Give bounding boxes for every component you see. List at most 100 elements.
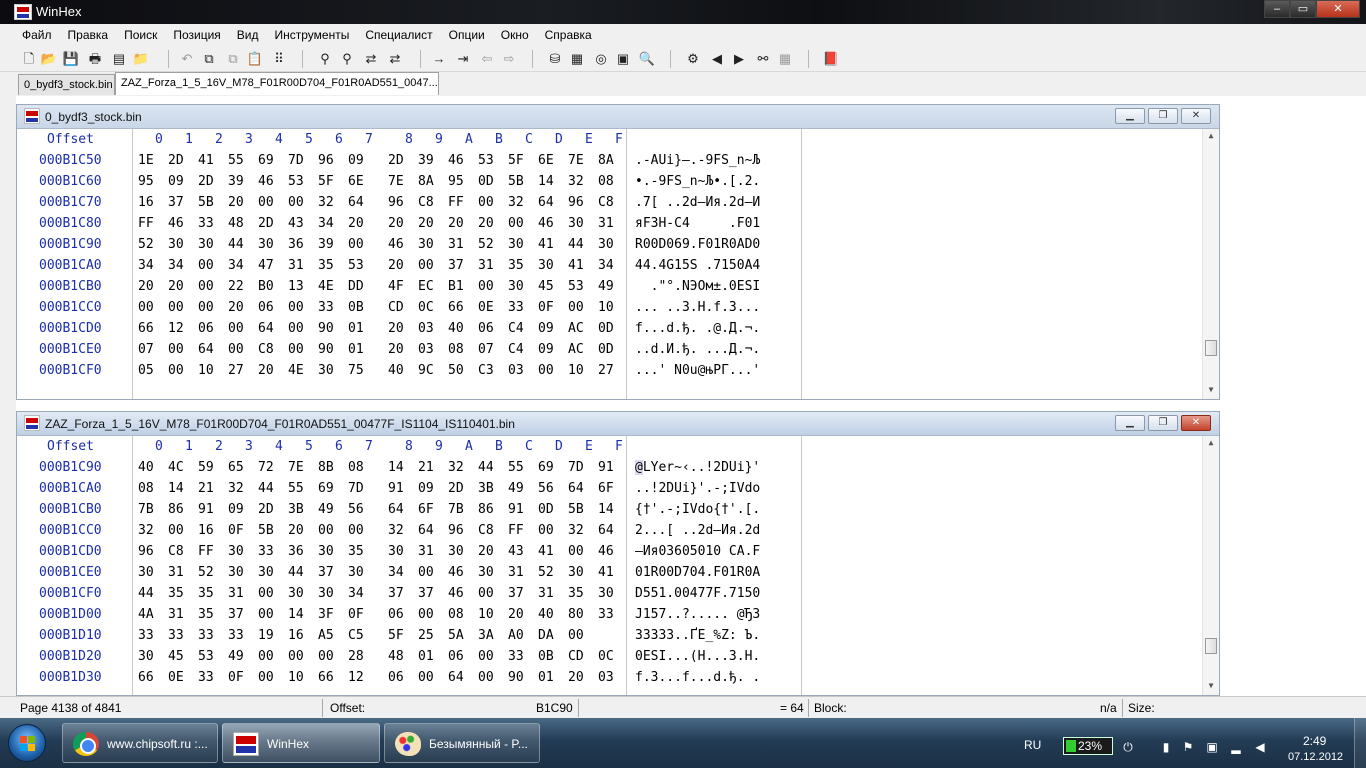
- open-folder-icon[interactable]: 📁: [132, 50, 150, 68]
- hex-byte[interactable]: 44: [258, 481, 274, 496]
- hex-byte[interactable]: 32: [228, 481, 244, 496]
- hex-byte[interactable]: 21: [198, 481, 214, 496]
- hex-byte[interactable]: 10: [198, 363, 214, 378]
- hex-byte[interactable]: 30: [508, 237, 524, 252]
- menu-view[interactable]: Вид: [229, 24, 267, 46]
- hex-byte[interactable]: 32: [568, 523, 584, 538]
- menu-help[interactable]: Справка: [537, 24, 600, 46]
- hex-byte[interactable]: 8A: [598, 153, 614, 168]
- cut-icon[interactable]: ⧉: [200, 50, 218, 68]
- hex-byte[interactable]: A5: [318, 628, 334, 643]
- hex-byte[interactable]: 64: [448, 670, 464, 685]
- hex-byte[interactable]: 00: [258, 586, 274, 601]
- hex-byte[interactable]: 37: [388, 586, 404, 601]
- hex-byte[interactable]: 7E: [388, 174, 404, 189]
- menu-window[interactable]: Окно: [493, 24, 537, 46]
- hex-byte[interactable]: 31: [448, 237, 464, 252]
- hex-byte[interactable]: 00: [318, 523, 334, 538]
- hex-byte[interactable]: C4: [508, 321, 524, 336]
- child-title-bar[interactable]: ZAZ_Forza_1_5_16V_M78_F01R00D704_F01R0AD…: [17, 412, 1219, 436]
- hex-row[interactable]: 000B1CB0 7B 86 91 09 2D 3B 49 56 64 6F 7B 86 91 0D 5B 14…: [17, 499, 1197, 520]
- binoculars-icon[interactable]: ⚯: [754, 50, 772, 68]
- hex-byte[interactable]: 27: [598, 363, 614, 378]
- hex-byte[interactable]: 91: [598, 460, 614, 475]
- hex-byte[interactable]: 9C: [418, 363, 434, 378]
- hex-byte[interactable]: AC: [568, 342, 584, 357]
- hex-row[interactable]: 000B1CD0 66 12 06 00 64 00 90 01 20 03 40 06 C4 09 AC 0D…: [17, 318, 1197, 339]
- scroll-down-arrow-icon[interactable]: ▼: [1203, 681, 1219, 695]
- hex-byte[interactable]: 08: [348, 460, 364, 475]
- hex-byte[interactable]: 33: [508, 300, 524, 315]
- hex-byte[interactable]: 52: [478, 237, 494, 252]
- menu-file[interactable]: Файл: [14, 24, 60, 46]
- child-restore-button[interactable]: ❐: [1148, 415, 1178, 431]
- ascii-text[interactable]: яF3H-C4 .F01: [635, 216, 760, 231]
- hex-byte[interactable]: 32: [568, 174, 584, 189]
- ascii-text[interactable]: .7[ ..2d–Ия.2d–И: [635, 195, 760, 210]
- hex-byte[interactable]: 34: [318, 216, 334, 231]
- hex-byte[interactable]: 00: [478, 586, 494, 601]
- hex-byte[interactable]: 96: [388, 195, 404, 210]
- hex-row[interactable]: 000B1D30 66 0E 33 0F 00 10 66 12 06 00 64 00 90 01 20 03…: [17, 667, 1197, 688]
- goto-offset-icon[interactable]: →: [430, 50, 448, 68]
- child-close-button[interactable]: ✕: [1181, 108, 1211, 124]
- hex-byte[interactable]: 30: [448, 544, 464, 559]
- hex-row[interactable]: 000B1CC0 00 00 00 20 06 00 33 0B CD 0C 66 0E 33 0F 00 10…: [17, 297, 1197, 318]
- hex-byte[interactable]: 55: [228, 153, 244, 168]
- hex-byte[interactable]: 39: [418, 153, 434, 168]
- hex-byte[interactable]: 33: [598, 607, 614, 622]
- scroll-up-arrow-icon[interactable]: ▲: [1203, 438, 1219, 452]
- hex-byte[interactable]: 20: [568, 670, 584, 685]
- hex-byte[interactable]: 06: [478, 321, 494, 336]
- hex-byte[interactable]: B1: [448, 279, 464, 294]
- hex-byte[interactable]: 16: [138, 195, 154, 210]
- hex-byte[interactable]: 90: [508, 670, 524, 685]
- hex-byte[interactable]: 20: [348, 216, 364, 231]
- taskbar-chrome[interactable]: www.chipsoft.ru :...: [62, 723, 218, 763]
- hex-byte[interactable]: 34: [388, 565, 404, 580]
- ascii-text[interactable]: 2...[ ..2d–Ия.2d: [635, 523, 760, 538]
- scroll-thumb[interactable]: [1205, 340, 1217, 356]
- hex-grid[interactable]: Offset 0 1 2 3 4 5 6 7 8 9 A B C D E F 000B1C90 40 4C 59 65 72…: [17, 436, 1219, 695]
- find-text-icon[interactable]: ⚲: [316, 50, 334, 68]
- ascii-text[interactable]: 0ESI...(H...3.Н.: [635, 649, 760, 664]
- hex-byte[interactable]: 30: [318, 363, 334, 378]
- hex-byte[interactable]: 30: [348, 565, 364, 580]
- hex-byte[interactable]: 30: [288, 586, 304, 601]
- ascii-text[interactable]: •.-9FS_n~Љ•.[.2.: [635, 174, 760, 189]
- show-desktop-button[interactable]: [1354, 718, 1366, 768]
- hex-row[interactable]: 000B1D10 33 33 33 33 19 16 A5 C5 5F 25 5A 3A A0 DA 00 33…: [17, 625, 1197, 646]
- ascii-text[interactable]: D551.00477F.7150: [635, 586, 760, 601]
- hex-byte[interactable]: 31: [538, 586, 554, 601]
- hex-byte[interactable]: 03: [418, 321, 434, 336]
- hex-byte[interactable]: 20: [508, 607, 524, 622]
- hex-byte[interactable]: 30: [258, 565, 274, 580]
- hex-byte[interactable]: 64: [598, 523, 614, 538]
- ascii-text[interactable]: ..!2DUi}'.-;IVdo: [635, 481, 760, 496]
- hex-byte[interactable]: 06: [448, 649, 464, 664]
- hex-byte[interactable]: 14: [288, 607, 304, 622]
- hex-byte[interactable]: 36: [288, 237, 304, 252]
- hex-byte[interactable]: 37: [508, 586, 524, 601]
- hex-byte[interactable]: 31: [168, 565, 184, 580]
- hex-byte[interactable]: DA: [538, 628, 554, 643]
- hex-byte[interactable]: 00: [258, 195, 274, 210]
- hex-row[interactable]: 000B1C50 1E 2D 41 55 69 7D 96 09 2D 39 46 53 5F 6E 7E 8A…: [17, 150, 1197, 171]
- hex-byte[interactable]: C8: [478, 523, 494, 538]
- hex-byte[interactable]: 30: [198, 237, 214, 252]
- hex-byte[interactable]: 20: [228, 195, 244, 210]
- hex-byte[interactable]: 30: [538, 258, 554, 273]
- hex-byte[interactable]: 34: [348, 586, 364, 601]
- hex-byte[interactable]: 64: [538, 195, 554, 210]
- hex-byte[interactable]: 46: [538, 216, 554, 231]
- hex-byte[interactable]: 44: [288, 565, 304, 580]
- undo-icon[interactable]: ↶: [178, 50, 196, 68]
- hex-byte[interactable]: 96: [448, 523, 464, 538]
- hex-byte[interactable]: 55: [288, 481, 304, 496]
- network-icon[interactable]: ▂: [1228, 739, 1244, 755]
- power-icon[interactable]: ⏻: [1120, 739, 1136, 755]
- hex-row[interactable]: 000B1CF0 44 35 35 31 00 30 30 34 37 37 46 00 37 31 35 30…: [17, 583, 1197, 604]
- hex-byte[interactable]: 33: [198, 216, 214, 231]
- hex-byte[interactable]: 7D: [348, 481, 364, 496]
- hex-byte[interactable]: 09: [228, 502, 244, 517]
